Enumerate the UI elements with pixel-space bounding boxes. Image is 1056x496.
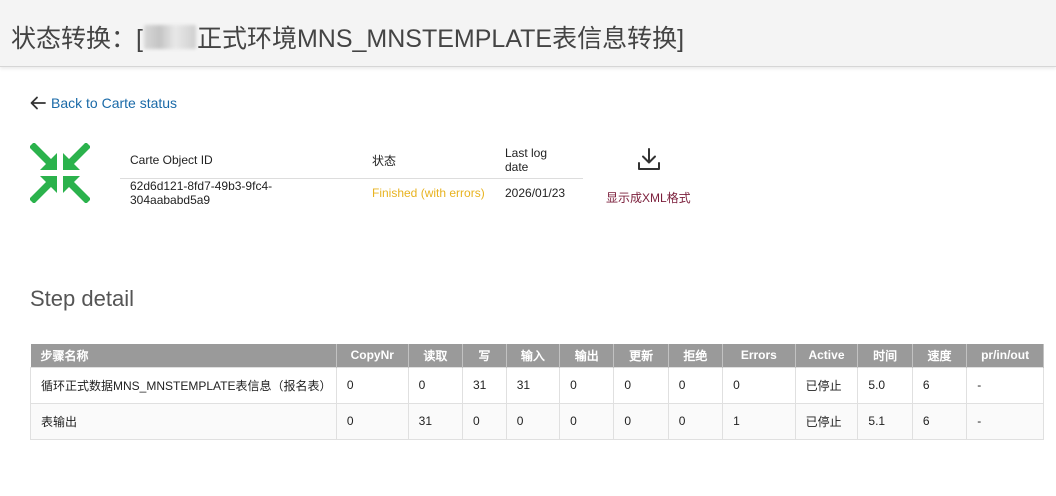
cell-time: 5.0 (857, 366, 913, 404)
column-header-output: 输出 (559, 344, 615, 367)
cell-update: 0 (613, 402, 669, 440)
cell-speed: 6 (911, 366, 968, 404)
cell-input: 31 (505, 366, 561, 404)
cell-read: 0 (407, 366, 464, 404)
step-detail-heading: Step detail (30, 286, 134, 311)
last-log-date-value: 2026/01/23 (505, 186, 566, 201)
back-link-label: Back to Carte status (51, 95, 178, 111)
column-header-input: 输入 (506, 344, 561, 367)
show-as-xml-link[interactable]: 显示成XML格式 (606, 189, 691, 206)
page-title: 状态转换：[ 正式环境MNS_MNSTEMPLATE表信息转换] (11, 19, 684, 55)
cell-output: 0 (559, 366, 615, 404)
cell-output: 0 (559, 402, 615, 440)
column-header-pr-in-out: pr/in/out (966, 344, 1044, 367)
table-header-row: 步骤名称 CopyNr 读取 写 输入 输出 更新 拒绝 Errors Acti… (30, 344, 1044, 367)
table-row: 循环正式数据MNS_MNSTEMPLATE表信息（报名表） 0 0 31 31 … (30, 366, 1044, 404)
cell-write: 31 (462, 366, 507, 404)
column-header-update: 更新 (613, 344, 669, 367)
column-header-object-id: Carte Object ID (120, 143, 362, 179)
column-header-read: 读取 (408, 344, 464, 367)
cell-reject: 0 (667, 366, 724, 404)
status-info-table: Carte Object ID 状态 Last log date 62d6d12… (120, 143, 583, 208)
cell-active: 已停止 (794, 402, 859, 440)
column-header-speed: 速度 (912, 344, 968, 367)
column-header-write: 写 (462, 344, 507, 367)
cell-errors: 0 (722, 366, 796, 404)
cell-errors: 1 (722, 402, 796, 440)
back-to-carte-status-link[interactable]: Back to Carte status (30, 95, 177, 111)
column-header-state: 状态 (362, 143, 495, 179)
column-header-last-log-date: Last log date (495, 143, 583, 179)
state-value: Finished (with errors) (372, 186, 485, 201)
cell-write: 0 (462, 402, 507, 440)
column-header-reject: 拒绝 (668, 344, 724, 367)
cell-read: 31 (407, 402, 464, 440)
cell-pr-in-out: - (966, 402, 1044, 440)
redacted-text (143, 25, 196, 49)
table-row: 表输出 0 31 0 0 0 0 0 1 已停止 5.1 6 - (30, 402, 1044, 440)
page-title-prefix: 状态转换：[ (11, 25, 143, 53)
cell-update: 0 (613, 366, 669, 404)
cell-active: 已停止 (794, 366, 859, 404)
cell-reject: 0 (667, 402, 724, 440)
column-header-time: 时间 (857, 344, 913, 367)
cell-step-name: 表输出 (30, 402, 337, 440)
page-header: 状态转换：[ 正式环境MNS_MNSTEMPLATE表信息转换] (0, 0, 1056, 67)
object-id-value: 62d6d121-8fd7-49b3-9fc4-304aababd5a9 (130, 179, 273, 208)
step-detail-table: 步骤名称 CopyNr 读取 写 输入 输出 更新 拒绝 Errors Acti… (30, 344, 1044, 440)
page-title-suffix: 正式环境MNS_MNSTEMPLATE表信息转换] (196, 25, 685, 53)
cell-copynr: 0 (335, 366, 409, 404)
download-icon[interactable] (637, 147, 661, 171)
cell-step-name: 循环正式数据MNS_MNSTEMPLATE表信息（报名表） (30, 366, 337, 404)
cell-input: 0 (505, 402, 561, 440)
column-header-errors: Errors (722, 344, 796, 367)
cell-speed: 6 (911, 402, 968, 440)
column-header-active: Active (795, 344, 859, 367)
cell-pr-in-out: - (966, 366, 1044, 404)
arrow-left-icon (30, 96, 46, 110)
column-header-step-name: 步骤名称 (30, 344, 337, 367)
compress-arrows-icon (30, 143, 90, 203)
cell-time: 5.1 (857, 402, 913, 440)
column-header-copynr: CopyNr (336, 344, 409, 367)
cell-copynr: 0 (335, 402, 409, 440)
